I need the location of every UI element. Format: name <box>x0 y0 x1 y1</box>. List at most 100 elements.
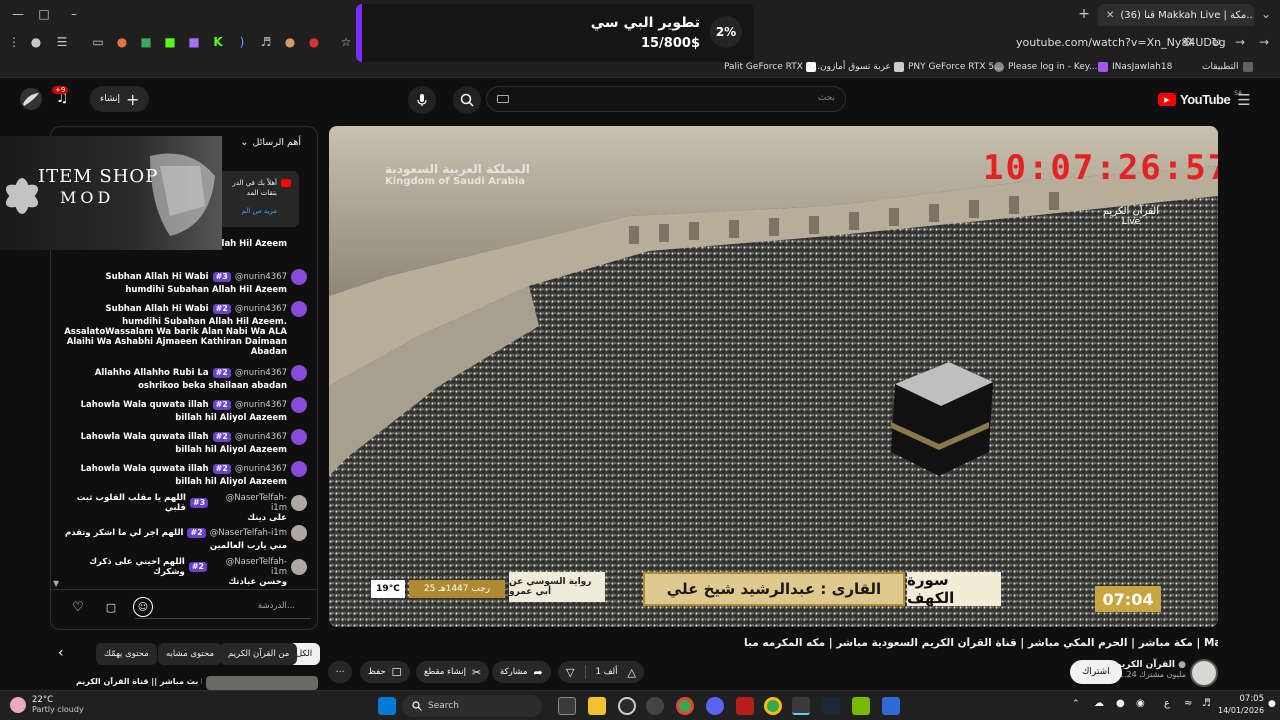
menu-dots-icon[interactable]: ⋮ <box>6 34 22 50</box>
taskbar-search[interactable]: Search <box>402 695 542 717</box>
create-button[interactable]: إنشاء + <box>90 86 150 112</box>
youtube-logo[interactable]: ▶ YouTube SA <box>1158 90 1242 107</box>
active-app-icon[interactable] <box>792 697 810 715</box>
related-thumbnail[interactable] <box>206 676 318 690</box>
extension-icon[interactable]: ● <box>114 34 130 50</box>
channel-avatar[interactable] <box>1190 659 1218 687</box>
author-name[interactable]: @NaserTelfah-i1m <box>210 528 287 538</box>
onedrive-icon[interactable]: ☁ <box>1094 698 1104 709</box>
clock[interactable]: 07:05 14/01/2026 <box>1218 694 1264 716</box>
task-view-icon[interactable] <box>558 697 576 715</box>
author-name[interactable]: @nurin4367 <box>235 432 287 442</box>
author-name[interactable]: @nurin4367 <box>235 400 287 410</box>
author-name[interactable]: @nurin4367 <box>235 272 287 282</box>
speaker-icon[interactable]: ♬ <box>258 34 274 50</box>
network-icon[interactable]: ◉ <box>1136 698 1145 709</box>
author-avatar[interactable] <box>291 525 307 541</box>
author-name[interactable]: @nurin4367 <box>235 464 287 474</box>
author-avatar[interactable] <box>291 429 307 445</box>
bookmark-apps[interactable]: التطبيقات <box>1202 59 1253 75</box>
app-icon[interactable] <box>618 697 636 715</box>
keyboard-icon[interactable] <box>497 95 509 103</box>
input-language[interactable]: ع <box>1164 698 1170 709</box>
extension-icon[interactable]: ▭ <box>90 34 106 50</box>
subscribe-button[interactable]: اشتراك <box>1070 660 1122 684</box>
avatar[interactable] <box>20 88 42 110</box>
notification-bell-icon[interactable]: ● <box>1268 699 1276 709</box>
bookmark-item[interactable]: Please log in - Key... <box>994 59 1097 75</box>
tab-search-icon[interactable]: ⌄ <box>1258 6 1274 22</box>
like-icon[interactable]: △ <box>628 666 636 679</box>
chat-input[interactable]: الدردشة... <box>135 597 311 619</box>
author-avatar[interactable] <box>291 461 307 477</box>
weather-widget[interactable]: 22°C Partly cloudy <box>10 695 84 715</box>
clip-button[interactable]: إنشاء مقطع ✂ <box>416 661 490 683</box>
settings-gear-icon[interactable] <box>646 697 664 715</box>
author-avatar[interactable] <box>291 559 307 575</box>
chrome-icon[interactable] <box>764 697 782 715</box>
show-more-link[interactable]: مزيد من الم <box>242 207 278 215</box>
app-icon[interactable] <box>736 697 754 715</box>
app-icon[interactable] <box>882 697 900 715</box>
dislike-icon[interactable]: ▽ <box>566 666 574 679</box>
related-video-title[interactable]: بث مباشر || قناة القرآن الكريم Makkah <box>76 677 202 686</box>
restore-icon[interactable]: □ <box>36 6 52 22</box>
bookmark-star-icon[interactable]: ☆ <box>338 34 354 50</box>
search-box[interactable]: بحث <box>486 86 846 112</box>
search-button[interactable] <box>453 86 481 114</box>
author-avatar[interactable] <box>291 495 307 511</box>
video-player[interactable]: المملكة العربية السعودية Kingdom of Saud… <box>329 126 1218 627</box>
tab-close-icon[interactable]: ✕ <box>1106 10 1114 21</box>
author-avatar[interactable] <box>291 365 307 381</box>
emoji-icon[interactable]: ☺ <box>133 597 153 617</box>
heart-icon[interactable]: ♡ <box>68 597 88 617</box>
scroll-down-icon[interactable]: ▼ <box>53 579 59 588</box>
wifi-icon[interactable]: ≈ <box>1184 698 1192 709</box>
author-avatar[interactable] <box>291 397 307 413</box>
chip-for-you[interactable]: محتوى يهمّك <box>96 643 157 665</box>
close-window-icon[interactable]: – <box>66 6 82 22</box>
author-name[interactable]: @NaserTelfah-i1m <box>212 493 287 513</box>
voice-search-button[interactable] <box>408 86 436 114</box>
profile-icon[interactable]: ● <box>28 34 44 50</box>
site-settings-icon[interactable]: ⚙ <box>1180 34 1196 50</box>
extension-icon[interactable]: ) <box>234 34 250 50</box>
back-icon[interactable]: → <box>1256 34 1272 50</box>
extension-icon[interactable]: ☰ <box>54 34 70 50</box>
share-button[interactable]: مشاركة ➦ <box>492 661 551 683</box>
new-tab-icon[interactable]: + <box>1076 6 1092 22</box>
chevron-up-icon[interactable]: ⌃ <box>1072 699 1080 709</box>
active-tab[interactable]: ✕ (36) قنا Makkah Live | مكة... <box>1098 4 1254 26</box>
extension-icon[interactable]: ■ <box>162 34 178 50</box>
author-avatar[interactable] <box>291 301 307 317</box>
extension-icon[interactable]: ■ <box>138 34 154 50</box>
microphone-icon[interactable]: ● <box>1116 698 1125 709</box>
save-button[interactable]: حفظ ☐ <box>360 661 410 683</box>
extension-icon[interactable]: ● <box>282 34 298 50</box>
volume-icon[interactable]: ♬ <box>1202 698 1211 709</box>
chevron-left-icon[interactable]: ‹ <box>58 645 64 661</box>
forward-icon[interactable]: → <box>1232 34 1248 50</box>
chat-mode-dropdown[interactable]: ⌄ أهم الرسائل <box>240 137 301 148</box>
extension-icon[interactable]: ● <box>306 34 322 50</box>
author-name[interactable]: @nurin4367 <box>235 368 287 378</box>
minimize-icon[interactable]: — <box>10 6 26 22</box>
pinned-message[interactable]: أهلاً بك في الدر بتقات المد مزيد من الم <box>215 171 299 227</box>
author-name[interactable]: @nurin4367 <box>235 304 287 314</box>
bookmark-item[interactable]: INasJawlah18 <box>1098 59 1172 75</box>
more-actions-button[interactable]: ⋯ <box>328 661 352 683</box>
chip-similar[interactable]: محتوى مشابه <box>158 643 222 665</box>
search-input[interactable]: بحث <box>818 93 835 103</box>
kick-icon[interactable]: K <box>210 34 226 50</box>
bookmark-item[interactable]: PNY GeForce RTX 5... <box>894 59 1003 75</box>
author-avatar[interactable] <box>291 269 307 285</box>
channel-name[interactable]: القرآن الكريم <box>1115 660 1175 670</box>
discord-icon[interactable] <box>706 697 724 715</box>
author-name[interactable]: @NaserTelfah-i1m <box>211 557 287 577</box>
nvidia-icon[interactable] <box>852 697 870 715</box>
chip-from-channel[interactable]: من القرآن الكريم <box>220 643 298 665</box>
super-chat-icon[interactable]: ▢ <box>101 597 121 617</box>
extension-icon[interactable]: ■ <box>186 34 202 50</box>
notifications-button[interactable]: ♫ +9 <box>52 86 69 106</box>
windows-start-icon[interactable] <box>378 697 396 715</box>
